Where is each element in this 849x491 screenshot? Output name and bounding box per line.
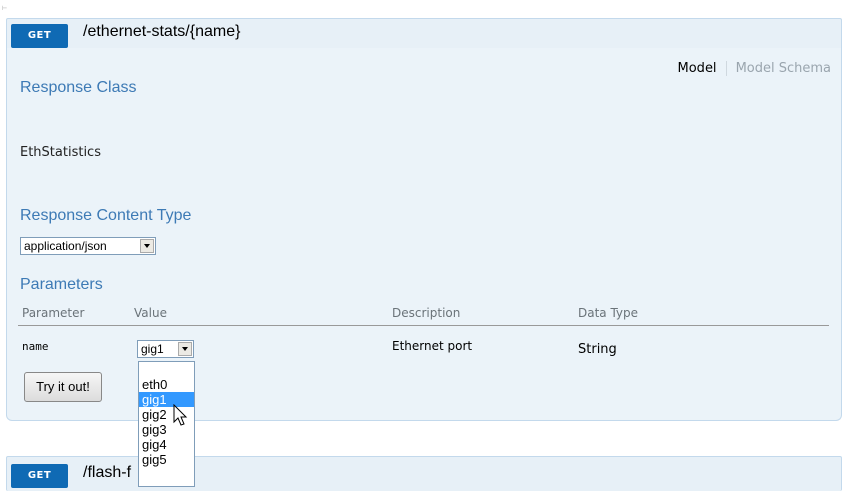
param-data-type: String — [578, 342, 617, 357]
dropdown-option-gig4[interactable]: gig4 — [139, 437, 194, 452]
model-tabs: Model Model Schema — [669, 61, 831, 76]
response-class-name: EthStatistics — [20, 145, 101, 160]
chevron-down-icon[interactable] — [178, 342, 192, 356]
content-type-select[interactable]: application/json — [20, 237, 156, 255]
chevron-down-icon[interactable] — [140, 239, 154, 253]
tab-model-schema[interactable]: Model Schema — [727, 61, 831, 76]
method-badge-get[interactable]: GET — [11, 24, 68, 48]
endpoint-path[interactable]: /ethernet-stats/{name} — [83, 23, 240, 41]
endpoint-path-visible: /flash-f — [83, 464, 132, 481]
response-content-type-heading: Response Content Type — [20, 207, 192, 224]
content-type-value: application/json — [24, 239, 107, 253]
param-name: name — [22, 340, 49, 353]
endpoint-header-flash[interactable]: GET /flash-fe — [6, 456, 842, 491]
param-description: Ethernet port — [392, 339, 473, 353]
dropdown-option-blank[interactable] — [139, 362, 194, 377]
endpoint-header-ethernet-stats[interactable]: GET /ethernet-stats/{name} — [6, 18, 842, 49]
try-it-out-button[interactable]: Try it out! — [24, 372, 102, 402]
header-divider — [18, 325, 829, 326]
column-header-description: Description — [392, 306, 461, 320]
param-value-select[interactable]: gig1 — [137, 340, 194, 358]
column-header-parameter: Parameter — [22, 306, 85, 320]
tab-model[interactable]: Model — [669, 61, 727, 76]
operation-panel — [6, 48, 842, 421]
parameters-heading: Parameters — [20, 276, 103, 293]
dropdown-option-gig5[interactable]: gig5 — [139, 452, 194, 467]
method-badge-get[interactable]: GET — [11, 464, 68, 488]
corner-mark: ⊢ — [2, 5, 8, 12]
response-class-heading: Response Class — [20, 79, 137, 96]
dropdown-option-eth0[interactable]: eth0 — [139, 377, 194, 392]
mouse-pointer-icon — [173, 404, 188, 426]
column-header-value: Value — [134, 306, 167, 320]
column-header-data-type: Data Type — [578, 306, 639, 320]
param-value-selected: gig1 — [141, 342, 164, 356]
